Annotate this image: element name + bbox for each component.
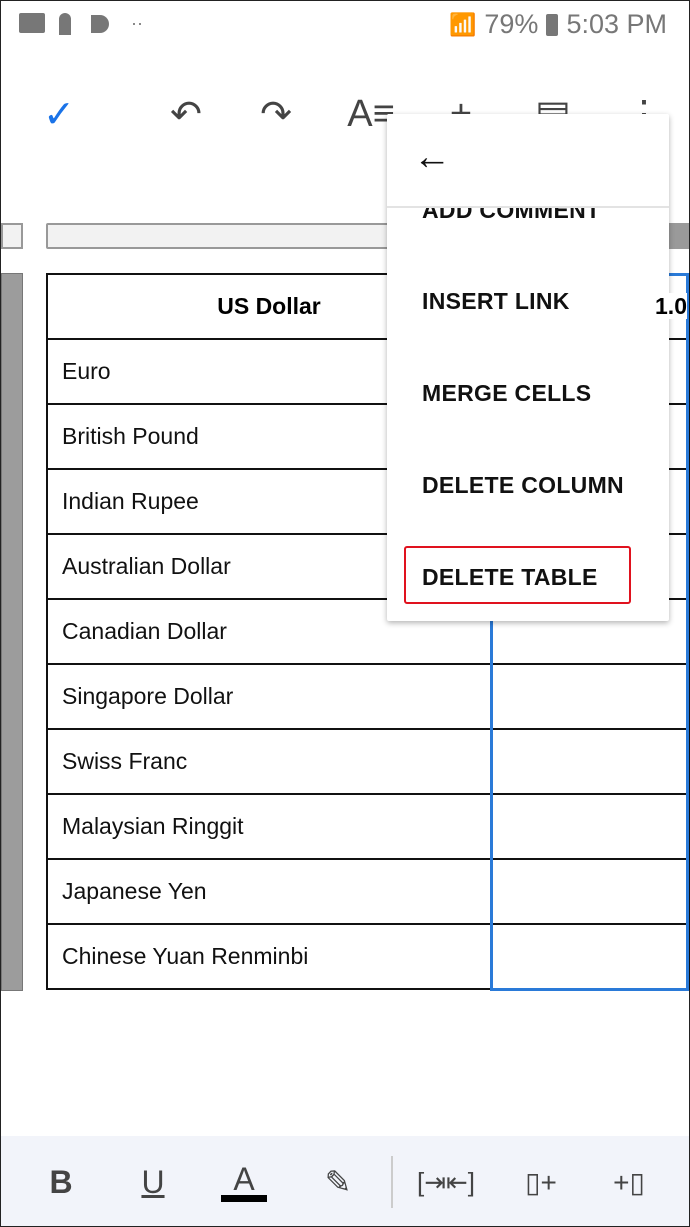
check-icon: ✓ [43, 93, 75, 136]
table-row: Chinese Yuan Renminbi [46, 923, 690, 990]
wifi-icon: 📶 [448, 11, 477, 37]
format-bar: B U A ✎ [⇥⇤] ▯+ +▯ [1, 1136, 689, 1226]
battery-percent: 79% [484, 9, 539, 39]
highlighter-icon: ✎ [324, 1164, 352, 1200]
insert-column-right-icon: ▯+ [525, 1166, 557, 1198]
table-cell[interactable]: Singapore Dollar [46, 663, 492, 730]
clock: 5:03 PM [566, 9, 667, 39]
table-cell[interactable]: Swiss Franc [46, 728, 492, 795]
id-icon [91, 15, 109, 33]
message-notification-icon [19, 13, 45, 33]
underline-icon: U [141, 1163, 165, 1200]
insert-column-left-button[interactable]: +▯ [604, 1158, 654, 1206]
column-handle[interactable] [669, 223, 689, 249]
table-cell[interactable] [490, 793, 690, 860]
status-bar: ·· 📶 79% 5:03 PM [1, 1, 689, 51]
table-row: Malaysian Ringgit [46, 793, 690, 860]
redo-button[interactable]: ↷ [251, 89, 301, 139]
more-notifications-icon: ·· [131, 13, 143, 33]
undo-button[interactable]: ↶ [161, 89, 211, 139]
text-color-icon: A [233, 1160, 255, 1197]
redo-icon: ↷ [260, 93, 292, 136]
battery-icon [546, 13, 559, 36]
back-arrow-icon: ← [413, 136, 451, 178]
row-handles[interactable] [1, 273, 23, 991]
divider [391, 1156, 393, 1208]
table-row: Japanese Yen [46, 858, 690, 925]
header-cell-value: 1.0 [655, 293, 687, 319]
menu-header: ← [387, 114, 669, 208]
menu-item-merge-cells[interactable]: MERGE CELLS [422, 380, 591, 407]
underline-button[interactable]: U [128, 1158, 178, 1206]
table-cell[interactable] [490, 858, 690, 925]
table-cell[interactable] [490, 728, 690, 795]
bold-icon: B [49, 1163, 73, 1200]
bold-button[interactable]: B [36, 1158, 86, 1206]
text-color-swatch [221, 1194, 267, 1202]
merge-cells-icon: [⇥⇤] [416, 1166, 476, 1197]
insert-column-left-icon: +▯ [613, 1166, 645, 1198]
merge-cells-button[interactable]: [⇥⇤] [417, 1158, 475, 1206]
menu-item-delete-table[interactable]: DELETE TABLE [422, 564, 598, 591]
menu-item-insert-link[interactable]: INSERT LINK [422, 288, 570, 315]
insert-column-right-button[interactable]: ▯+ [516, 1158, 566, 1206]
table-cell[interactable] [490, 923, 690, 990]
table-cell[interactable]: Malaysian Ringgit [46, 793, 492, 860]
menu-item-delete-column[interactable]: DELETE COLUMN [422, 472, 624, 499]
undo-icon: ↶ [170, 93, 202, 136]
done-check-button[interactable]: ✓ [34, 89, 84, 139]
table-cell[interactable] [490, 663, 690, 730]
back-arrow-button[interactable]: ← [413, 136, 451, 179]
table-corner-handle[interactable] [1, 223, 23, 249]
table-row: Swiss Franc [46, 728, 690, 795]
table-row: Singapore Dollar [46, 663, 690, 730]
highlight-button[interactable]: ✎ [313, 1158, 363, 1206]
table-cell[interactable]: Chinese Yuan Renminbi [46, 923, 492, 990]
text-color-button[interactable]: A [219, 1158, 269, 1206]
table-cell[interactable]: Japanese Yen [46, 858, 492, 925]
context-menu: ← ADD COMMENT INSERT LINK MERGE CELLS DE… [387, 114, 669, 621]
keyhole-icon [59, 13, 71, 35]
